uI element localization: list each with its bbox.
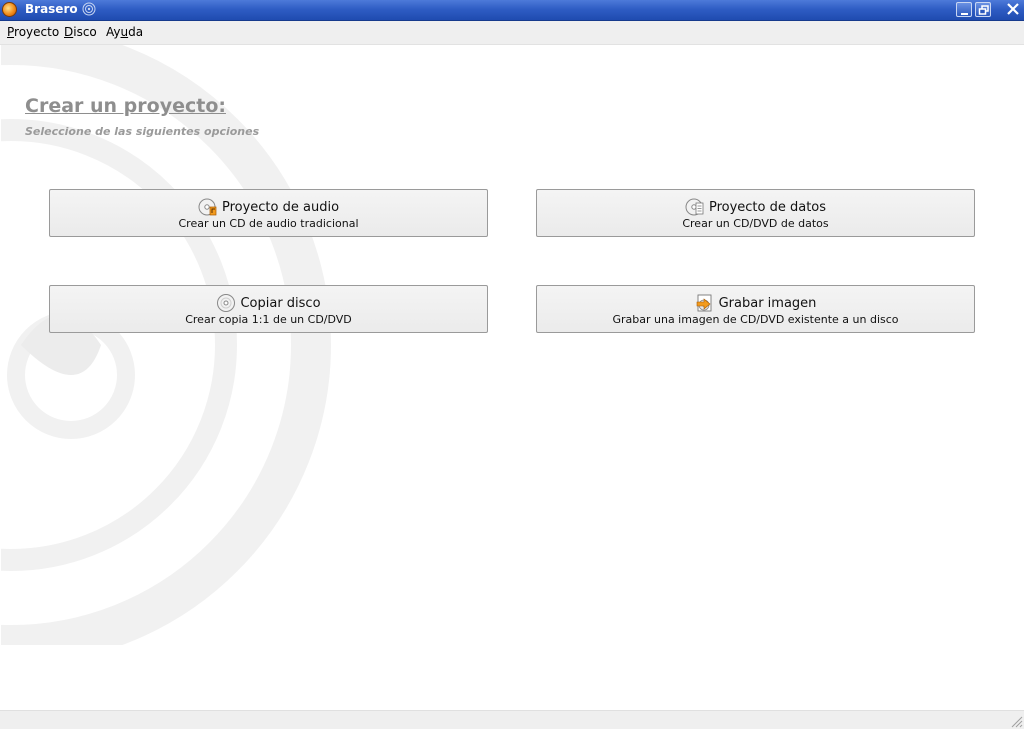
window-title: Brasero xyxy=(25,2,78,16)
minimize-icon xyxy=(961,13,968,15)
page-subtitle: Seleccione de las siguientes opciones xyxy=(25,125,260,138)
menu-proyecto-mnemonic: P xyxy=(7,25,15,39)
restore-button[interactable] xyxy=(975,2,991,17)
menu-disco[interactable]: Disco xyxy=(64,25,97,39)
menu-proyecto[interactable]: Proyecto xyxy=(7,25,59,39)
menu-ayuda[interactable]: Ayuda xyxy=(106,25,143,39)
status-bar xyxy=(0,710,1024,729)
burn-image-button[interactable]: Grabar imagen Grabar una imagen de CD/DV… xyxy=(536,285,975,333)
copy-disc-description: Crear copia 1:1 de un CD/DVD xyxy=(185,313,352,326)
close-button[interactable] xyxy=(1005,2,1021,17)
data-project-description: Crear un CD/DVD de datos xyxy=(682,217,829,230)
audio-disc-icon xyxy=(198,198,217,216)
copy-disc-title: Copiar disco xyxy=(240,295,321,311)
data-disc-icon xyxy=(685,198,704,216)
data-project-button[interactable]: Proyecto de datos Crear un CD/DVD de dat… xyxy=(536,189,975,237)
burn-image-title: Grabar imagen xyxy=(718,295,817,311)
brasero-flame-icon[interactable] xyxy=(2,2,17,17)
menu-proyecto-rest: royecto xyxy=(14,25,60,39)
title-bar: Brasero xyxy=(0,0,1024,21)
page-title: Crear un proyecto: xyxy=(25,95,226,117)
audio-project-title: Proyecto de audio xyxy=(221,199,340,215)
restore-icon xyxy=(978,5,989,15)
data-project-title: Proyecto de datos xyxy=(708,199,827,215)
copy-disc-icon xyxy=(217,294,236,312)
menu-ayuda-rest: da xyxy=(128,25,144,39)
minimize-button[interactable] xyxy=(956,2,972,17)
menu-ayuda-mnemonic: u xyxy=(120,25,129,39)
burn-image-icon xyxy=(696,294,712,312)
close-icon xyxy=(1007,3,1019,15)
audio-project-button[interactable]: Proyecto de audio Crear un CD de audio t… xyxy=(49,189,488,237)
swirl-icon xyxy=(82,2,96,16)
copy-disc-button[interactable]: Copiar disco Crear copia 1:1 de un CD/DV… xyxy=(49,285,488,333)
menu-ayuda-prefix: Ay xyxy=(106,25,121,39)
menu-disco-rest: isco xyxy=(73,25,97,39)
burn-image-description: Grabar una imagen de CD/DVD existente a … xyxy=(612,313,899,326)
menu-bar: Proyecto Disco Ayuda xyxy=(0,21,1024,45)
menu-disco-mnemonic: D xyxy=(64,25,74,39)
main-content: Crear un proyecto: Seleccione de las sig… xyxy=(1,45,1023,710)
audio-project-description: Crear un CD de audio tradicional xyxy=(178,217,359,230)
resize-grip-icon[interactable] xyxy=(1009,714,1023,728)
